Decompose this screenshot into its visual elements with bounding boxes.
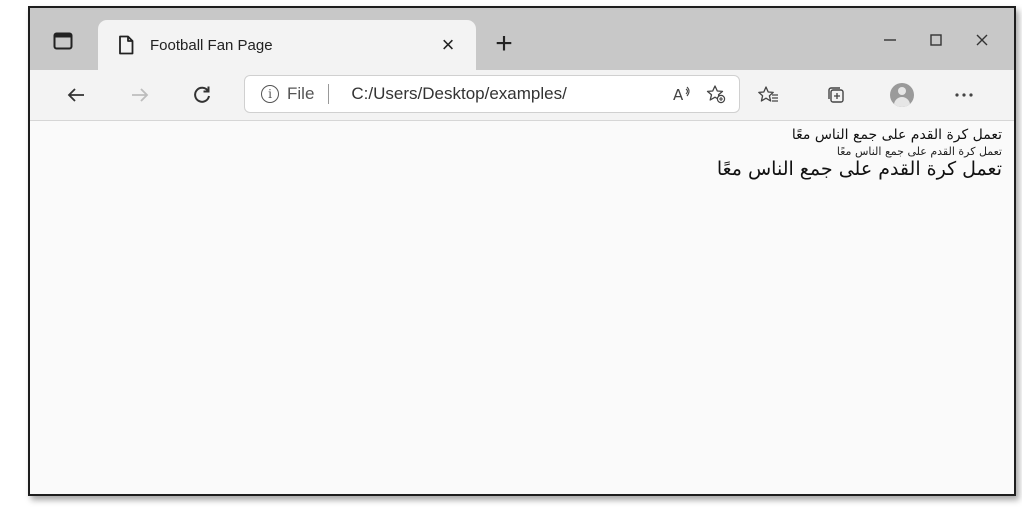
browser-window: Football Fan Page × + i File C:/Users/De… (28, 6, 1016, 496)
tab-title: Football Fan Page (150, 36, 273, 54)
close-window-button[interactable] (962, 22, 1002, 58)
forward-arrow-icon (132, 88, 149, 102)
collections-button[interactable] (818, 78, 854, 112)
close-icon: × (441, 32, 455, 57)
read-aloud-icon: A (673, 86, 690, 103)
back-button[interactable] (58, 78, 94, 112)
minimize-icon (884, 39, 896, 41)
favorites-button[interactable] (750, 78, 786, 112)
profile-button[interactable] (884, 78, 920, 112)
collections-icon (828, 87, 844, 103)
profile-icon (890, 83, 914, 107)
address-separator (328, 84, 330, 104)
back-arrow-icon (67, 88, 84, 102)
add-favorite-icon (706, 85, 726, 104)
url-text[interactable]: C:/Users/Desktop/examples/ (351, 84, 665, 104)
forward-button[interactable] (122, 78, 158, 112)
page-content: تعمل كرة القدم على جمع الناس معًا تعمل ك… (30, 121, 1014, 494)
plus-icon: + (495, 27, 513, 60)
maximize-button[interactable] (916, 22, 956, 58)
tab-close-button[interactable]: × (434, 31, 462, 59)
minimize-button[interactable] (870, 22, 910, 58)
browser-toolbar: i File C:/Users/Desktop/examples/ A (30, 70, 1014, 121)
favorites-icon (758, 86, 778, 102)
read-aloud-button[interactable]: A (665, 79, 699, 109)
scheme-label: File (287, 84, 315, 103)
tab-bar: Football Fan Page × + (30, 8, 1014, 70)
more-icon (955, 93, 973, 97)
more-button[interactable] (946, 78, 982, 112)
arabic-text-line-3: تعمل كرة القدم على جمع الناس معًا (716, 158, 1002, 181)
address-bar[interactable]: i File C:/Users/Desktop/examples/ A (244, 75, 740, 113)
refresh-button[interactable] (184, 78, 220, 112)
svg-text:A: A (673, 86, 684, 103)
tab-actions-icon (53, 32, 73, 50)
add-favorite-button[interactable] (699, 79, 733, 109)
new-tab-button[interactable]: + (486, 26, 522, 62)
info-icon[interactable]: i (261, 85, 279, 103)
close-icon (976, 34, 988, 46)
document-icon (119, 35, 134, 55)
tab-actions-button[interactable] (42, 24, 84, 58)
arabic-text-line-1: تعمل كرة القدم على جمع الناس معًا (791, 127, 1002, 143)
maximize-icon (930, 34, 942, 46)
arabic-text-line-2: تعمل كرة القدم على جمع الناس معًا (836, 144, 1002, 158)
tab-football-fan-page[interactable]: Football Fan Page × (98, 20, 476, 70)
refresh-icon (194, 86, 210, 103)
